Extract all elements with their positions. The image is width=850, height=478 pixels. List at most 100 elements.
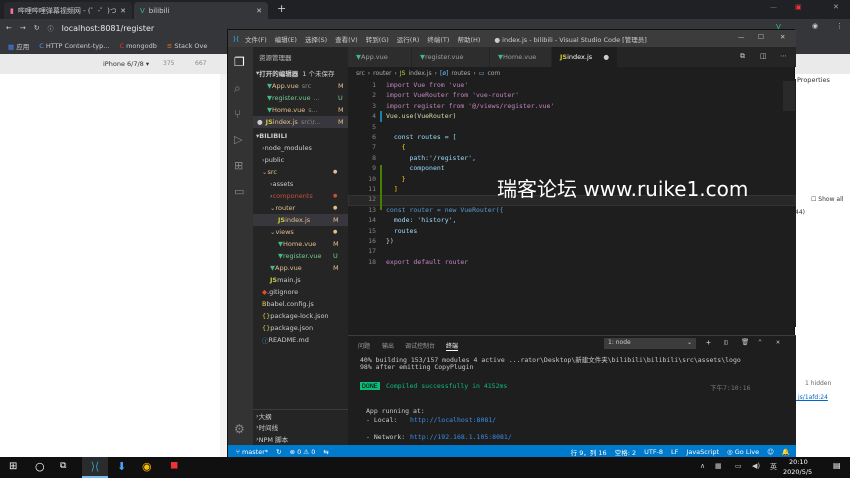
tree-item-node-modules[interactable]: › node_modules: [253, 142, 348, 154]
breadcrumb-item[interactable]: src: [356, 70, 365, 77]
gear-icon[interactable]: ⚙: [234, 422, 245, 436]
task-view-icon[interactable]: ⧉: [60, 461, 66, 471]
run-debug-icon[interactable]: ▷: [234, 133, 242, 146]
tree-item-components[interactable]: › components ●: [253, 190, 348, 202]
tree-item-assets[interactable]: › assets: [253, 178, 348, 190]
breadcrumb-item[interactable]: router: [373, 70, 391, 77]
tree-item-babel-config[interactable]: B babel.config.js: [253, 298, 348, 310]
window-close-icon[interactable]: ✕: [833, 3, 839, 11]
go-live-button[interactable]: ◎ Go Live: [727, 448, 759, 456]
window-minimize-icon[interactable]: —: [770, 3, 777, 11]
breadcrumb-item[interactable]: routes: [451, 70, 470, 77]
extensions-icon[interactable]: ⊞: [234, 159, 243, 172]
tree-item-views[interactable]: ⌄ views ●: [253, 226, 348, 238]
vscode-taskbar-icon[interactable]: ⟩⟨: [82, 457, 108, 478]
menu-help[interactable]: 帮助(H): [457, 34, 480, 44]
device-select[interactable]: iPhone 6/7/8 ▾: [103, 60, 149, 68]
tree-item-package-json[interactable]: {} package.json: [253, 322, 348, 334]
cursor-position[interactable]: 行 9，列 16: [571, 447, 607, 457]
volume-icon[interactable]: ◀): [752, 462, 760, 470]
tree-item-register-vue[interactable]: ▼ register.vue U: [253, 250, 348, 262]
menu-icon[interactable]: ⋮: [836, 22, 843, 30]
encoding[interactable]: UTF-8: [644, 448, 663, 456]
open-editor-item[interactable]: ▼ register.vue... U: [253, 92, 348, 104]
panel-tab-debug-console[interactable]: 调试控制台: [405, 341, 435, 350]
problems-indicator[interactable]: ⊗ 0 ⚠ 0: [290, 448, 316, 456]
tree-item-index-js[interactable]: JS index.js M: [253, 214, 348, 226]
properties-tab[interactable]: Properties: [797, 76, 830, 84]
tab-app-vue[interactable]: ▼ App.vue: [348, 47, 412, 67]
menu-edit[interactable]: 编辑(E): [275, 34, 297, 44]
split-terminal-icon[interactable]: ◫: [724, 338, 728, 346]
close-icon[interactable]: ✕: [120, 7, 126, 15]
indentation[interactable]: 空格: 2: [615, 447, 636, 457]
outline-section[interactable]: › 大纲: [253, 409, 348, 421]
bookmark-apps[interactable]: ▦ 应用: [8, 41, 29, 51]
account-icon[interactable]: ◉: [812, 22, 818, 30]
menu-terminal[interactable]: 终端(T): [427, 34, 449, 44]
new-terminal-icon[interactable]: +: [706, 338, 711, 347]
source-link[interactable]: _js/1afd:24: [795, 394, 828, 401]
browser-tab-bilibili[interactable]: V bilibili ✕: [134, 2, 268, 19]
hidden-count[interactable]: 1 hidden: [805, 380, 831, 387]
tab-register-vue[interactable]: ▼ register.vue: [412, 47, 490, 67]
app-taskbar-icon[interactable]: ◼: [170, 460, 178, 471]
chrome-taskbar-icon[interactable]: ◉: [142, 460, 152, 473]
dirty-dot-icon[interactable]: ●: [603, 53, 609, 61]
bookmark-stackoverflow[interactable]: ≡ Stack Ove: [167, 42, 208, 50]
local-url-link[interactable]: http://localhost:8081/: [410, 416, 496, 424]
tree-item-package-lock[interactable]: {} package-lock.json: [253, 310, 348, 322]
open-editor-item[interactable]: ▼ Home.vue s... M: [253, 104, 348, 116]
branch-indicator[interactable]: ⑂ master*: [236, 448, 268, 456]
clock-time[interactable]: 20:10: [789, 458, 808, 466]
close-icon[interactable]: ✕: [776, 338, 780, 346]
menu-run[interactable]: 运行(R): [397, 34, 420, 44]
notification-icon[interactable]: ▤: [833, 461, 841, 470]
open-editor-item[interactable]: ▼ App.vue src M: [253, 80, 348, 92]
device-height[interactable]: 667: [195, 60, 206, 67]
timeline-section[interactable]: › 时间线: [253, 421, 348, 433]
reload-icon[interactable]: ↻: [34, 24, 40, 32]
tree-item-readme[interactable]: ⓘ README.md: [253, 334, 348, 346]
tree-item-src[interactable]: ⌄ src ●: [253, 166, 348, 178]
remote-explorer-icon[interactable]: ▭: [234, 185, 244, 198]
tab-home-vue[interactable]: ▼ Home.vue: [490, 47, 552, 67]
trash-icon[interactable]: 🗑: [741, 338, 749, 346]
tree-item-home-vue[interactable]: ▼ Home.vue M: [253, 238, 348, 250]
bookmark-http[interactable]: C HTTP Content-typ...: [39, 42, 109, 50]
sync-icon[interactable]: ↻: [276, 448, 281, 456]
project-header[interactable]: ▾ BILIBILI: [253, 130, 348, 142]
eol[interactable]: LF: [671, 448, 678, 456]
menu-view[interactable]: 查看(V): [335, 34, 358, 44]
tray-icon[interactable]: ▦: [715, 462, 722, 470]
clock-date[interactable]: 2020/5/5: [783, 468, 812, 476]
tab-index-js[interactable]: JS index.js ●: [552, 47, 618, 67]
extension-icon[interactable]: ▣: [795, 3, 802, 11]
chevron-up-icon[interactable]: ⌃: [758, 338, 762, 346]
address-bar[interactable]: localhost:8081/register: [62, 24, 155, 33]
terminal-select[interactable]: 1: node ⌄: [604, 338, 696, 349]
code-editor[interactable]: 1 import Vue from 'vue' 2 import VueRouter …: [348, 79, 796, 327]
new-tab-button[interactable]: +: [277, 2, 286, 15]
breadcrumb-item[interactable]: com: [487, 70, 500, 77]
menu-go[interactable]: 转到(G): [366, 34, 389, 44]
bell-icon[interactable]: 🔔: [782, 448, 790, 456]
tree-item-router[interactable]: ⌄ router ●: [253, 202, 348, 214]
search-icon[interactable]: ○: [35, 460, 45, 473]
tree-item-gitignore[interactable]: ◆ .gitignore: [253, 286, 348, 298]
minimize-icon[interactable]: —: [738, 33, 745, 41]
panel-tab-terminal[interactable]: 终端: [446, 341, 459, 351]
ime-indicator[interactable]: 英: [770, 462, 777, 472]
split-icon[interactable]: ◫: [760, 52, 767, 60]
split-editor-icon[interactable]: ⧉: [740, 52, 745, 61]
close-icon[interactable]: ✕: [780, 33, 785, 41]
browser-tab-bilibili-home[interactable]: ▮ 哔哩哔哩弹幕视频网 - (゜-゜)つロ ✕: [4, 2, 132, 19]
close-icon[interactable]: ✕: [256, 7, 262, 15]
source-control-icon[interactable]: ⑂: [234, 107, 241, 121]
npm-scripts-section[interactable]: › NPM 脚本: [253, 433, 348, 445]
maximize-icon[interactable]: ☐: [758, 33, 764, 41]
network-icon[interactable]: ▭: [735, 462, 742, 470]
panel-tab-output[interactable]: 输出: [382, 341, 394, 350]
show-all-checkbox[interactable]: ☐ Show all: [811, 196, 843, 203]
tree-item-public[interactable]: › public: [253, 154, 348, 166]
